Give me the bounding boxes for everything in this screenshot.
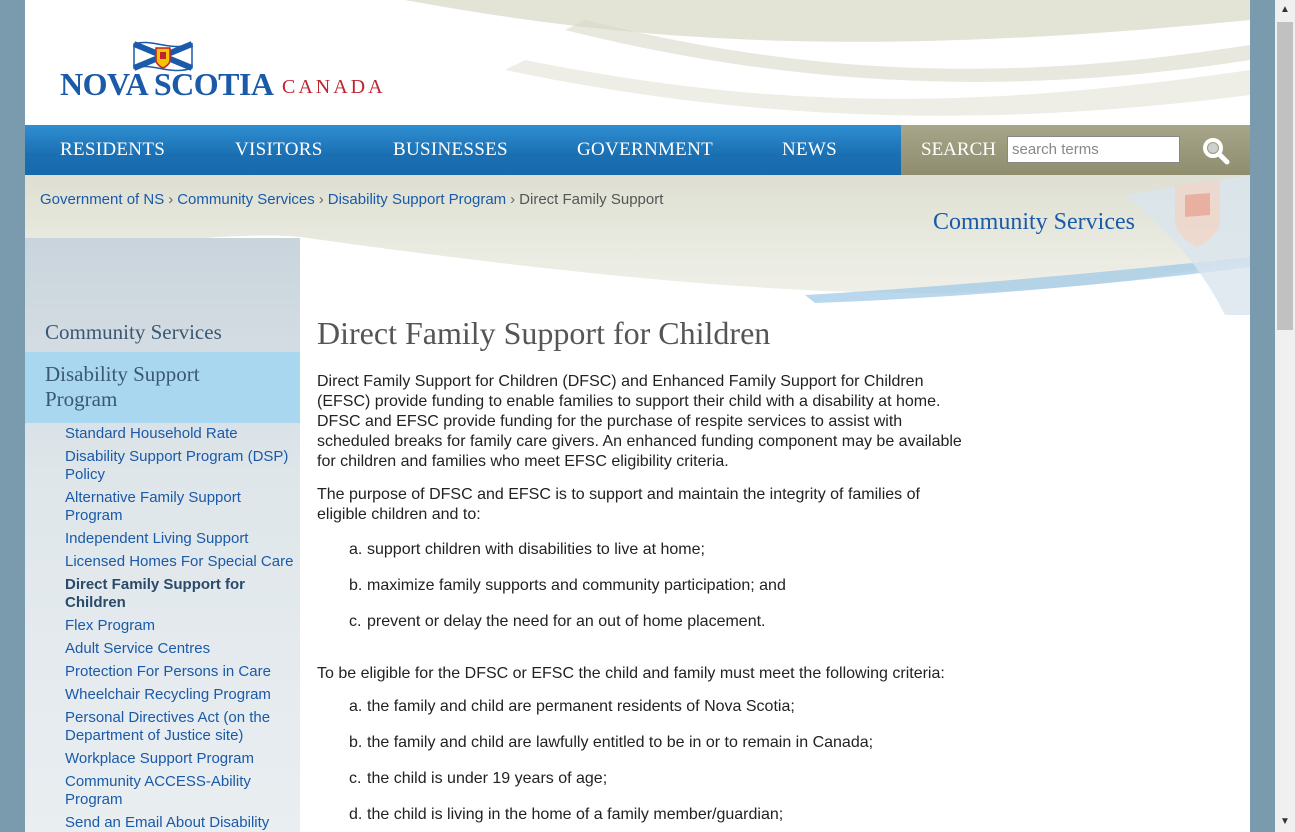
list-marker: b. bbox=[349, 734, 363, 751]
sidebar-link-dsp-policy[interactable]: Disability Support Program (DSP) Policy bbox=[65, 448, 297, 484]
scrollbar-thumb[interactable] bbox=[1277, 22, 1293, 330]
list-marker: b. bbox=[349, 577, 363, 594]
sidebar-link-independent-living[interactable]: Independent Living Support bbox=[65, 530, 297, 548]
sidebar-sub-list: Standard Household Rate Disability Suppo… bbox=[65, 425, 297, 832]
header-swoosh-decoration bbox=[25, 0, 1250, 125]
list-item-text: the child is under 19 years of age; bbox=[367, 770, 608, 787]
sidebar-link-direct-family-support[interactable]: Direct Family Support for Children bbox=[65, 576, 297, 612]
sidebar-link-send-email[interactable]: Send an Email About Disability bbox=[65, 814, 297, 832]
purpose-paragraph: The purpose of DFSC and EFSC is to suppo… bbox=[317, 486, 920, 523]
sidebar-link-standard-household-rate[interactable]: Standard Household Rate bbox=[65, 425, 297, 443]
list-marker: a. bbox=[349, 698, 363, 715]
breadcrumb-separator: › bbox=[318, 191, 324, 208]
list-item-text: the child is living in the home of a fam… bbox=[367, 806, 784, 823]
list-item: b. the family and child are lawfully enti… bbox=[317, 733, 967, 753]
nav-item-government[interactable]: GOVERNMENT bbox=[577, 125, 713, 175]
search-input[interactable] bbox=[1007, 136, 1180, 163]
breadcrumb-separator: › bbox=[510, 191, 516, 208]
breadcrumb: Government of NS › Community Services › Disa… bbox=[40, 191, 663, 208]
list-item: d. the child is living in the home of a f… bbox=[317, 805, 967, 825]
sidebar-link-personal-directives-act[interactable]: Personal Directives Act (on the Departme… bbox=[65, 709, 297, 745]
list-marker: d. bbox=[349, 806, 363, 823]
list-item: c. the child is under 19 years of age; bbox=[317, 769, 967, 789]
magnifier-icon[interactable] bbox=[1199, 135, 1233, 165]
breadcrumb-link-community-services[interactable]: Community Services bbox=[177, 191, 315, 208]
vertical-scrollbar[interactable]: ▲ ▼ bbox=[1275, 0, 1295, 832]
sidebar-link-wheelchair-recycling[interactable]: Wheelchair Recycling Program bbox=[65, 686, 297, 704]
breadcrumb-link-disability-support[interactable]: Disability Support Program bbox=[328, 191, 506, 208]
list-item: a. support children with disabilities to … bbox=[317, 540, 967, 560]
search-panel: SEARCH bbox=[901, 125, 1250, 175]
list-item-text: prevent or delay the need for an out of … bbox=[367, 613, 766, 630]
criteria-list: a. the family and child are permanent res… bbox=[317, 697, 967, 825]
list-item-text: support children with disabilities to li… bbox=[367, 541, 705, 558]
list-item: b. maximize family supports and community… bbox=[317, 576, 967, 596]
page: NOVA SCOTIA CANADA RESIDENTS VISITORS BU… bbox=[25, 0, 1250, 832]
list-item: a. the family and child are permanent res… bbox=[317, 697, 967, 717]
list-item: c. prevent or delay the need for an out o… bbox=[317, 612, 967, 632]
breadcrumb-separator: › bbox=[168, 191, 174, 208]
sidebar-link-protection-persons-in-care[interactable]: Protection For Persons in Care bbox=[65, 663, 297, 681]
list-marker: c. bbox=[349, 613, 362, 630]
scroll-down-arrow-icon[interactable]: ▼ bbox=[1275, 812, 1295, 832]
breadcrumb-link-government[interactable]: Government of NS bbox=[40, 191, 164, 208]
nav-item-news[interactable]: NEWS bbox=[782, 125, 837, 175]
breadcrumb-current: Direct Family Support bbox=[519, 191, 664, 208]
main-content: Direct Family Support for Children Direc… bbox=[317, 313, 967, 832]
page-title: Direct Family Support for Children bbox=[317, 315, 771, 351]
logo-wordmark: NOVA SCOTIA bbox=[60, 66, 274, 102]
intro-paragraph: Direct Family Support for Children (DFSC… bbox=[317, 373, 962, 470]
search-label: SEARCH bbox=[921, 139, 996, 160]
sidebar-item-disability-support-program: Disability Support Program bbox=[45, 362, 200, 411]
list-item-text: the family and child are permanent resid… bbox=[367, 698, 795, 715]
logo-canada: CANADA bbox=[282, 76, 386, 98]
sidebar-link-community-access-ability[interactable]: Community ACCESS-Ability Program bbox=[65, 773, 297, 809]
sidebar-link-flex-program[interactable]: Flex Program bbox=[65, 617, 297, 635]
sidebar-link-adult-service-centres[interactable]: Adult Service Centres bbox=[65, 640, 297, 658]
list-marker: c. bbox=[349, 770, 362, 787]
nav-item-visitors[interactable]: VISITORS bbox=[235, 125, 323, 175]
sidebar-link-alternative-family-support[interactable]: Alternative Family Support Program bbox=[65, 489, 297, 525]
sidebar-link-licensed-homes[interactable]: Licensed Homes For Special Care bbox=[65, 553, 297, 571]
scroll-up-arrow-icon[interactable]: ▲ bbox=[1275, 0, 1295, 20]
main-navigation: RESIDENTS VISITORS BUSINESSES GOVERNMENT… bbox=[25, 125, 1250, 175]
purpose-list: a. support children with disabilities to … bbox=[317, 540, 967, 632]
nav-item-businesses[interactable]: BUSINESSES bbox=[393, 125, 508, 175]
sidebar-item-community-services[interactable]: Community Services bbox=[45, 320, 222, 345]
list-item-text: maximize family supports and community p… bbox=[367, 577, 786, 594]
list-marker: a. bbox=[349, 541, 363, 558]
list-item-text: the family and child are lawfully entitl… bbox=[367, 734, 874, 751]
sidebar: Community Services Disability Support Pr… bbox=[25, 238, 300, 832]
eligibility-paragraph: To be eligible for the DFSC or EFSC the … bbox=[317, 665, 945, 682]
site-header: NOVA SCOTIA CANADA bbox=[25, 0, 1250, 125]
sidebar-active-section[interactable]: Disability Support Program bbox=[25, 352, 300, 423]
nav-item-residents[interactable]: RESIDENTS bbox=[60, 125, 165, 175]
department-title[interactable]: Community Services bbox=[933, 209, 1135, 236]
sidebar-link-workplace-support[interactable]: Workplace Support Program bbox=[65, 750, 297, 768]
